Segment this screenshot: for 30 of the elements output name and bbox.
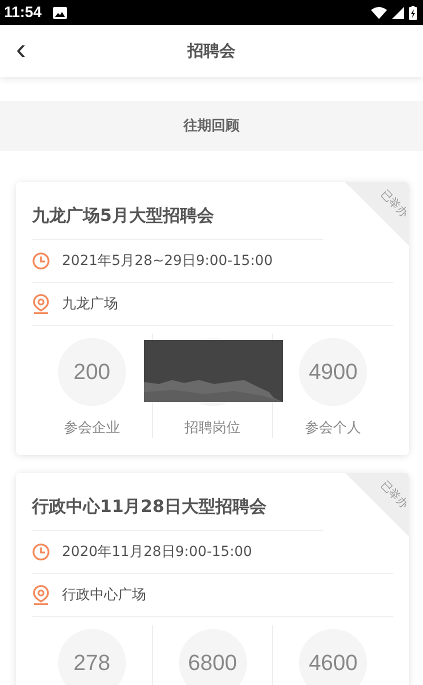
status-ribbon: 已举办 xyxy=(345,473,409,537)
status-ribbon: 已举办 xyxy=(345,182,409,246)
battery-icon xyxy=(409,6,417,20)
clock-time: 11:54 xyxy=(4,4,42,21)
stat-label: 招聘岗位 xyxy=(184,419,240,438)
stat-value: 200 xyxy=(58,338,126,406)
clock-icon xyxy=(32,543,50,561)
section-title: 往期回顾 xyxy=(184,117,240,135)
fair-location: 行政中心广场 xyxy=(62,586,146,604)
stat-label: 参会企业 xyxy=(64,419,120,438)
image-icon xyxy=(52,6,67,18)
job-fair-card[interactable]: 已举办 九龙广场5月大型招聘会 2021年5月28~29日9:00-15:00 九龙广场 200 参会企业 招聘岗位 4900 参会个人 xyxy=(16,182,409,455)
fair-time: 2020年11月28日9:00-15:00 xyxy=(62,543,252,561)
location-pin-icon xyxy=(32,585,50,605)
fair-time: 2021年5月28~29日9:00-15:00 xyxy=(62,252,273,270)
location-pin-icon xyxy=(32,294,50,314)
stat-value: 278 xyxy=(58,629,126,685)
job-fair-card[interactable]: 已举办 行政中心11月28日大型招聘会 2020年11月28日9:00-15:00 行政中心广场 278 6800 4600 xyxy=(16,473,409,685)
fair-location: 九龙广场 xyxy=(62,295,118,313)
stat-value: 4600 xyxy=(299,629,368,685)
clock-icon xyxy=(32,252,50,270)
stat-value: 6800 xyxy=(178,629,246,685)
fair-title: 行政中心11月28日大型招聘会 xyxy=(32,473,323,531)
signal-icon xyxy=(392,6,404,18)
wifi-icon xyxy=(371,6,387,18)
fair-title: 九龙广场5月大型招聘会 xyxy=(32,182,323,240)
page-title: 招聘会 xyxy=(188,40,236,62)
stat-value: 4900 xyxy=(299,338,368,406)
back-button[interactable]: ‹ xyxy=(12,33,30,67)
stat-label: 参会个人 xyxy=(305,419,362,438)
